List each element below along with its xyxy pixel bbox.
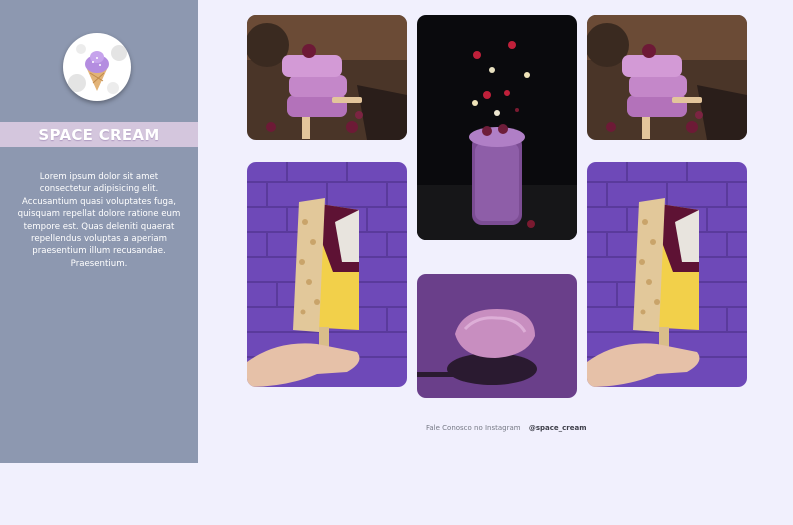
photo-popsicle-hand-2[interactable] xyxy=(587,162,747,387)
sidebar-description: Lorem ipsum dolor sit amet consectetur a… xyxy=(17,172,181,269)
footer: Fale Conosco no Instagram @space_cream xyxy=(426,424,587,432)
instagram-handle-link[interactable]: @space_cream xyxy=(529,424,587,432)
brand-logo[interactable] xyxy=(63,33,131,101)
photo-popsicle-hand-1[interactable] xyxy=(247,162,407,387)
brand-band: SPACE CREAM xyxy=(0,122,198,147)
brand-title: SPACE CREAM xyxy=(38,125,160,144)
footer-label: Fale Conosco no Instagram xyxy=(426,424,521,432)
photo-popsicle-stack-2[interactable] xyxy=(587,15,747,140)
photo-popsicle-stack-1[interactable] xyxy=(247,15,407,140)
photo-smoothie-jar[interactable] xyxy=(417,15,577,240)
ice-cream-cone-icon xyxy=(68,44,127,94)
sidebar: SPACE CREAM Lorem ipsum dolor sit amet c… xyxy=(0,0,198,463)
photo-ice-cream-scoop[interactable] xyxy=(417,274,577,398)
